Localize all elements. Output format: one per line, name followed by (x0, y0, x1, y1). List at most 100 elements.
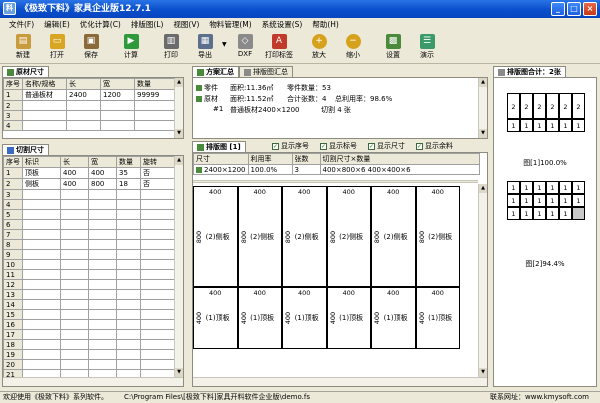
table-row[interactable]: 3 (3, 110, 176, 121)
table-cell[interactable] (88, 329, 117, 340)
table-cell[interactable] (60, 249, 89, 260)
close-button[interactable]: × (583, 2, 597, 16)
table-row[interactable]: 16 (3, 319, 176, 330)
table-cell[interactable] (22, 110, 67, 121)
table-cell[interactable] (116, 239, 141, 250)
layout-part[interactable]: 400 800 (2)侧板 (415, 186, 460, 287)
table-row[interactable]: 17 (3, 329, 176, 340)
table-cell[interactable] (22, 339, 61, 350)
table-cell[interactable] (22, 239, 61, 250)
menu-material[interactable]: 物料管理(M) (204, 18, 256, 32)
column-header[interactable]: 长 (66, 78, 101, 90)
table-cell[interactable] (116, 289, 141, 300)
menu-layout[interactable]: 排版图(L) (126, 18, 169, 32)
table-cell[interactable] (22, 309, 61, 320)
vertical-scrollbar[interactable]: ▲ ▼ (174, 156, 183, 377)
table-cell[interactable]: 35 (116, 167, 141, 179)
table-cell[interactable] (88, 189, 117, 200)
table-cell[interactable] (60, 239, 89, 250)
table-cell[interactable] (66, 110, 101, 121)
table-cell[interactable] (60, 209, 89, 220)
table-cell[interactable] (22, 289, 61, 300)
table-row[interactable]: 6 (3, 219, 176, 230)
splitter[interactable] (193, 180, 478, 183)
menu-file[interactable]: 文件(F) (4, 18, 39, 32)
table-cell[interactable] (140, 279, 176, 290)
table-cell[interactable] (22, 279, 61, 290)
table-row[interactable]: 11 (3, 269, 176, 280)
table-cell[interactable]: 普通板材 (22, 89, 67, 101)
table-row[interactable]: 4 (3, 120, 176, 131)
scroll-up-icon[interactable]: ▲ (175, 78, 183, 87)
table-cell[interactable] (140, 249, 176, 260)
table-cell[interactable] (22, 100, 67, 111)
table-cell[interactable]: 400 (60, 178, 89, 190)
column-header[interactable]: 宽 (100, 78, 135, 90)
table-cell[interactable] (116, 319, 141, 330)
layout-part[interactable]: 400 800 (2)侧板 (371, 186, 416, 287)
table-cell[interactable] (22, 199, 61, 210)
table-row[interactable]: 1 普通板材 2400 1200 99999 (3, 89, 176, 101)
table-cell[interactable] (88, 289, 117, 300)
save-button[interactable]: ▣ 保存 (74, 32, 108, 63)
table-cell[interactable] (116, 259, 141, 270)
scroll-up-icon[interactable]: ▲ (479, 184, 487, 193)
vertical-scrollbar[interactable]: ▲ ▼ (478, 78, 487, 138)
table-cell[interactable]: 否 (140, 178, 176, 190)
column-header[interactable]: 标识 (22, 156, 61, 168)
table-cell[interactable] (88, 269, 117, 280)
column-header[interactable]: 数量 (134, 78, 176, 90)
table-cell[interactable] (88, 209, 117, 220)
menu-edit[interactable]: 编辑(E) (39, 18, 75, 32)
table-cell[interactable] (116, 269, 141, 280)
table-row[interactable]: 3 (3, 189, 176, 200)
table-cell[interactable] (60, 229, 89, 240)
table-cell[interactable] (140, 349, 176, 360)
table-cell[interactable]: 侧板 (22, 178, 61, 190)
scroll-down-icon[interactable]: ▼ (175, 129, 183, 138)
vertical-scrollbar[interactable]: ▲ ▼ (174, 78, 183, 138)
checkbox-checked-icon[interactable]: ✓ (416, 142, 423, 150)
column-header[interactable]: 利用率 (247, 153, 293, 165)
layout-part[interactable]: 400 400 (1)顶板 (371, 287, 416, 349)
table-cell[interactable] (60, 319, 89, 330)
horizontal-scrollbar[interactable] (193, 377, 487, 386)
table-cell[interactable] (88, 299, 117, 310)
print-button[interactable]: ▥ 打印 (154, 32, 188, 63)
table-cell[interactable] (134, 120, 176, 131)
table-row[interactable]: 2 侧板 400 800 18 否 (3, 178, 176, 190)
column-header[interactable]: 张数 (291, 153, 321, 165)
menu-view[interactable]: 视图(V) (168, 18, 204, 32)
status-website[interactable]: 联系网址：www.kmysoft.com (490, 392, 589, 403)
table-cell[interactable] (60, 309, 89, 320)
zoom-in-button[interactable]: + 放大 (302, 32, 336, 63)
table-cell[interactable] (116, 229, 141, 240)
table-cell[interactable] (88, 349, 117, 360)
table-cell[interactable] (22, 269, 61, 280)
table-cell[interactable] (22, 299, 61, 310)
table-row[interactable]: 7 (3, 229, 176, 240)
option-show-size[interactable]: ✓ 显示尺寸 (368, 141, 405, 151)
menu-settings[interactable]: 系统设置(S) (257, 18, 308, 32)
new-button[interactable]: ▤ 新建 (6, 32, 40, 63)
table-cell[interactable] (60, 189, 89, 200)
table-row[interactable]: 15 (3, 309, 176, 320)
sheet-1-label[interactable]: 图[1]100.0% (494, 158, 596, 168)
table-cell[interactable] (100, 110, 135, 121)
table-cell[interactable] (116, 189, 141, 200)
table-cell[interactable] (88, 339, 117, 350)
table-cell[interactable] (88, 239, 117, 250)
column-header[interactable]: 尺寸 (193, 153, 249, 165)
table-cell[interactable] (60, 269, 89, 280)
table-cell[interactable] (60, 279, 89, 290)
table-cell[interactable] (140, 359, 176, 370)
table-row[interactable]: 18 (3, 339, 176, 350)
table-cell[interactable] (116, 349, 141, 360)
table-cell[interactable] (134, 100, 176, 111)
column-header[interactable]: 序号 (3, 78, 23, 90)
dxf-button[interactable]: ◇ DXF (228, 32, 262, 63)
layout-part[interactable]: 400 800 (2)侧板 (326, 186, 371, 287)
layout-part[interactable]: 400 800 (2)侧板 (237, 186, 282, 287)
layout-part[interactable]: 400 800 (2)侧板 (282, 186, 327, 287)
table-cell[interactable] (22, 120, 67, 131)
